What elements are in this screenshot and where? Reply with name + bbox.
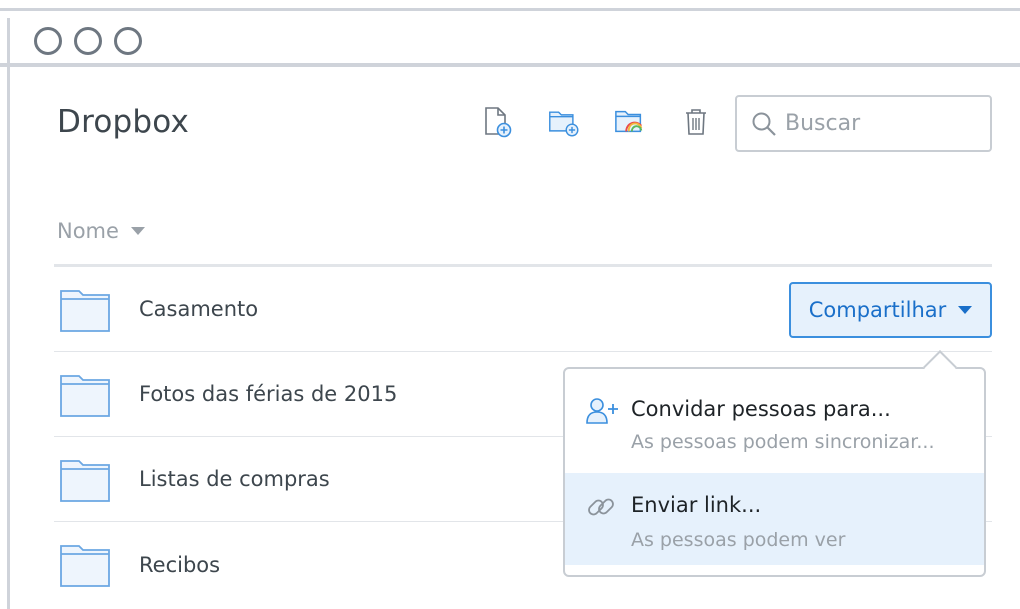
window-close-button[interactable] bbox=[34, 27, 62, 55]
photo-folder-icon bbox=[615, 110, 643, 133]
window-controls bbox=[34, 27, 142, 55]
search-input[interactable] bbox=[785, 111, 975, 136]
folder-icon bbox=[60, 545, 110, 587]
file-row-label: Listas de compras bbox=[139, 467, 330, 491]
send-link-subtitle: As pessoas podem ver bbox=[631, 529, 846, 551]
share-button-label: Compartilhar bbox=[808, 298, 947, 322]
new-folder-icon bbox=[549, 111, 579, 137]
window-minimize-button[interactable] bbox=[74, 27, 102, 55]
file-row-label: Fotos das férias de 2015 bbox=[139, 382, 398, 406]
file-row-label: Recibos bbox=[139, 552, 221, 577]
share-dropdown-button[interactable]: Compartilhar bbox=[789, 282, 992, 338]
page-title: Dropbox bbox=[57, 104, 190, 140]
share-menu: Convidar pessoas para... As pessoas pode… bbox=[563, 350, 986, 577]
invite-people-subtitle: As pessoas podem sincronizar... bbox=[631, 431, 935, 453]
search-box[interactable] bbox=[735, 95, 992, 152]
delete-button[interactable] bbox=[680, 106, 712, 138]
titlebar-divider bbox=[0, 63, 1020, 67]
window-maximize-button[interactable] bbox=[114, 27, 142, 55]
invite-people-item[interactable]: Convidar pessoas para... As pessoas pode… bbox=[565, 369, 984, 473]
sort-by-name-header[interactable]: Nome bbox=[57, 219, 145, 243]
folder-icon bbox=[60, 460, 110, 502]
trash-icon bbox=[686, 109, 706, 135]
window-top-border bbox=[0, 8, 1020, 11]
add-person-icon bbox=[586, 398, 618, 424]
new-folder-button[interactable] bbox=[548, 106, 580, 138]
file-row-casamento[interactable]: Casamento Compartilhar bbox=[54, 267, 992, 352]
toolbar bbox=[482, 106, 712, 138]
invite-people-title: Convidar pessoas para... bbox=[631, 397, 891, 421]
window-left-border bbox=[7, 18, 10, 609]
share-caret-icon bbox=[958, 306, 973, 314]
send-link-item[interactable]: Enviar link... As pessoas podem ver bbox=[565, 473, 984, 565]
new-file-icon bbox=[485, 107, 512, 138]
new-file-button[interactable] bbox=[482, 106, 514, 138]
link-icon bbox=[588, 498, 614, 516]
search-icon bbox=[752, 112, 776, 136]
sort-caret-icon bbox=[130, 227, 145, 235]
folder-icon bbox=[60, 290, 110, 332]
folder-icon bbox=[60, 375, 110, 417]
file-row-label: Casamento bbox=[139, 297, 259, 321]
send-link-title: Enviar link... bbox=[631, 493, 762, 517]
photo-folder-button[interactable] bbox=[614, 106, 646, 138]
column-header-label: Nome bbox=[57, 219, 119, 243]
